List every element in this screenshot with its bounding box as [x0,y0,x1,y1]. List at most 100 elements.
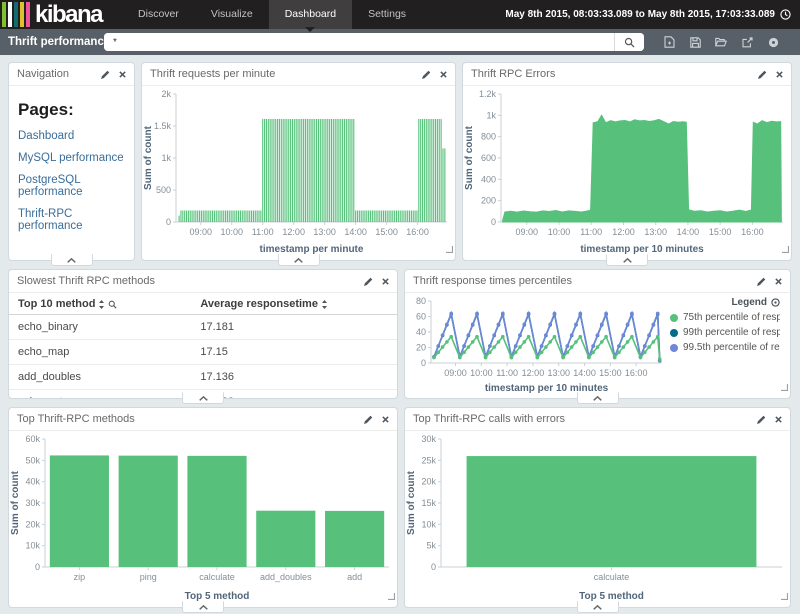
svg-text:12:00: 12:00 [612,227,635,237]
column-header-responsetime[interactable]: Average responsetime [191,293,397,315]
legend-entry-99th[interactable]: 99th percentile of resp... [670,327,780,338]
svg-text:0: 0 [491,217,496,227]
panel-title: Thrift requests per minute [150,68,413,80]
svg-text:09:00: 09:00 [190,227,213,237]
svg-text:1k: 1k [486,110,496,120]
nav-link-mysql[interactable]: MySQL performance [18,152,125,164]
collapse-panel-button[interactable] [278,254,320,266]
search-input[interactable] [104,33,614,51]
query-input-group [104,33,644,51]
nav-tab-discover[interactable]: Discover [122,0,195,29]
nav-tab-settings[interactable]: Settings [352,0,422,29]
collapse-panel-button[interactable] [606,254,648,266]
responsetime-cell: 17.136 [191,365,397,390]
svg-text:12:00: 12:00 [522,368,545,378]
close-panel-button[interactable] [776,71,783,78]
nav-link-dashboard[interactable]: Dashboard [18,130,125,142]
panel-rpc-errors-header[interactable]: Thrift RPC Errors [463,63,791,86]
panel-top-errors-header[interactable]: Top Thrift-RPC calls with errors [405,408,790,431]
legend-entry-75th[interactable]: 75th percentile of resp... [670,312,780,323]
column-header-label: Average responsetime [200,298,318,310]
panel-navigation-header[interactable]: Navigation [9,63,134,86]
save-dashboard-icon [690,37,701,48]
resize-handle[interactable] [781,378,788,396]
pencil-icon [364,415,373,424]
svg-text:11:00: 11:00 [580,227,602,237]
legend-toggle[interactable]: Legend [670,297,780,308]
kibana-logo-stripes-icon [2,2,32,27]
pencil-icon [758,70,767,79]
load-dashboard-button[interactable] [708,32,734,52]
requests-per-minute-chart[interactable]: 05001k1.5k2k09:0010:0011:0012:0013:0014:… [142,86,455,260]
method-cell: echo_map [9,340,191,365]
legend-entry-99-5th[interactable]: 99.5th percentile of re... [670,342,780,353]
top-errors-chart[interactable]: 05k10k15k20k25k30kTop 5 methodSum of cou… [405,431,790,607]
top-methods-chart[interactable]: 010k20k30k40k50k60kTop 5 methodSum of co… [9,431,397,607]
time-picker[interactable]: May 8th 2015, 08:03:33.089 to May 8th 20… [505,0,800,29]
new-dashboard-button[interactable] [656,32,682,52]
table-row: echo_map17.15 [9,340,397,365]
save-dashboard-button[interactable] [682,32,708,52]
close-panel-button[interactable] [382,416,389,423]
close-icon [440,71,447,78]
nav-link-postgresql[interactable]: PostgreSQL performance [18,174,125,198]
responsetime-cell: 17.15 [191,340,397,365]
svg-text:09:00: 09:00 [516,227,539,237]
close-panel-button[interactable] [119,71,126,78]
close-icon [775,416,782,423]
options-button[interactable] [760,32,786,52]
close-icon [776,71,783,78]
edit-panel-button[interactable] [758,70,767,79]
edit-panel-button[interactable] [757,415,766,424]
svg-text:13:00: 13:00 [547,368,570,378]
svg-text:40k: 40k [25,477,40,487]
svg-text:20: 20 [416,343,426,353]
resize-handle[interactable] [781,587,788,605]
close-panel-button[interactable] [382,278,389,285]
resize-handle[interactable] [388,587,395,605]
svg-text:30k: 30k [421,434,436,444]
search-button[interactable] [614,33,644,51]
svg-text:add_doubles: add_doubles [260,572,312,582]
collapse-panel-button[interactable] [577,392,619,404]
close-icon [775,278,782,285]
close-panel-button[interactable] [440,71,447,78]
dashboard-title: Thrift performance [8,36,94,48]
close-panel-button[interactable] [775,278,782,285]
edit-panel-button[interactable] [364,277,373,286]
panel-top-methods: Top Thrift-RPC methods 010k20k30k40k50k6… [8,407,398,608]
percentiles-chart[interactable]: 02040608009:0010:0011:0012:0013:0014:001… [405,293,670,398]
pencil-icon [364,277,373,286]
collapse-panel-button[interactable] [577,601,619,613]
close-panel-button[interactable] [775,416,782,423]
resize-handle[interactable] [446,240,453,258]
share-button[interactable] [734,32,760,52]
svg-text:5k: 5k [426,541,436,551]
nav-tab-visualize[interactable]: Visualize [195,0,269,29]
panel-title: Top Thrift-RPC methods [17,413,355,425]
svg-text:0: 0 [35,562,40,572]
svg-text:500: 500 [156,185,171,195]
rpc-errors-chart[interactable]: 02004006008001k1.2k09:0010:0011:0012:001… [463,86,791,260]
panel-requests-header[interactable]: Thrift requests per minute [142,63,455,86]
chevron-up-icon [199,396,208,401]
column-header-method[interactable]: Top 10 method [9,293,191,315]
panel-percentiles-header[interactable]: Thrift response times percentiles [405,270,790,293]
panel-top-methods-header[interactable]: Top Thrift-RPC methods [9,408,397,431]
panel-slowest-header[interactable]: Slowest Thrift RPC methods [9,270,397,293]
svg-text:16:00: 16:00 [406,227,429,237]
query-bar: Thrift performance [0,29,800,55]
collapse-panel-button[interactable] [182,601,224,613]
collapse-panel-button[interactable] [51,254,93,266]
collapse-panel-button[interactable] [182,392,224,404]
edit-panel-button[interactable] [757,277,766,286]
nav-tab-dashboard[interactable]: Dashboard [269,0,352,29]
resize-handle[interactable] [782,240,789,258]
nav-link-thrift-rpc[interactable]: Thrift-RPC performance [18,208,125,232]
resize-corner-icon [782,246,789,253]
kibana-logo[interactable]: kibana [0,0,108,29]
svg-text:50k: 50k [25,455,40,465]
edit-panel-button[interactable] [101,70,110,79]
edit-panel-button[interactable] [364,415,373,424]
edit-panel-button[interactable] [422,70,431,79]
